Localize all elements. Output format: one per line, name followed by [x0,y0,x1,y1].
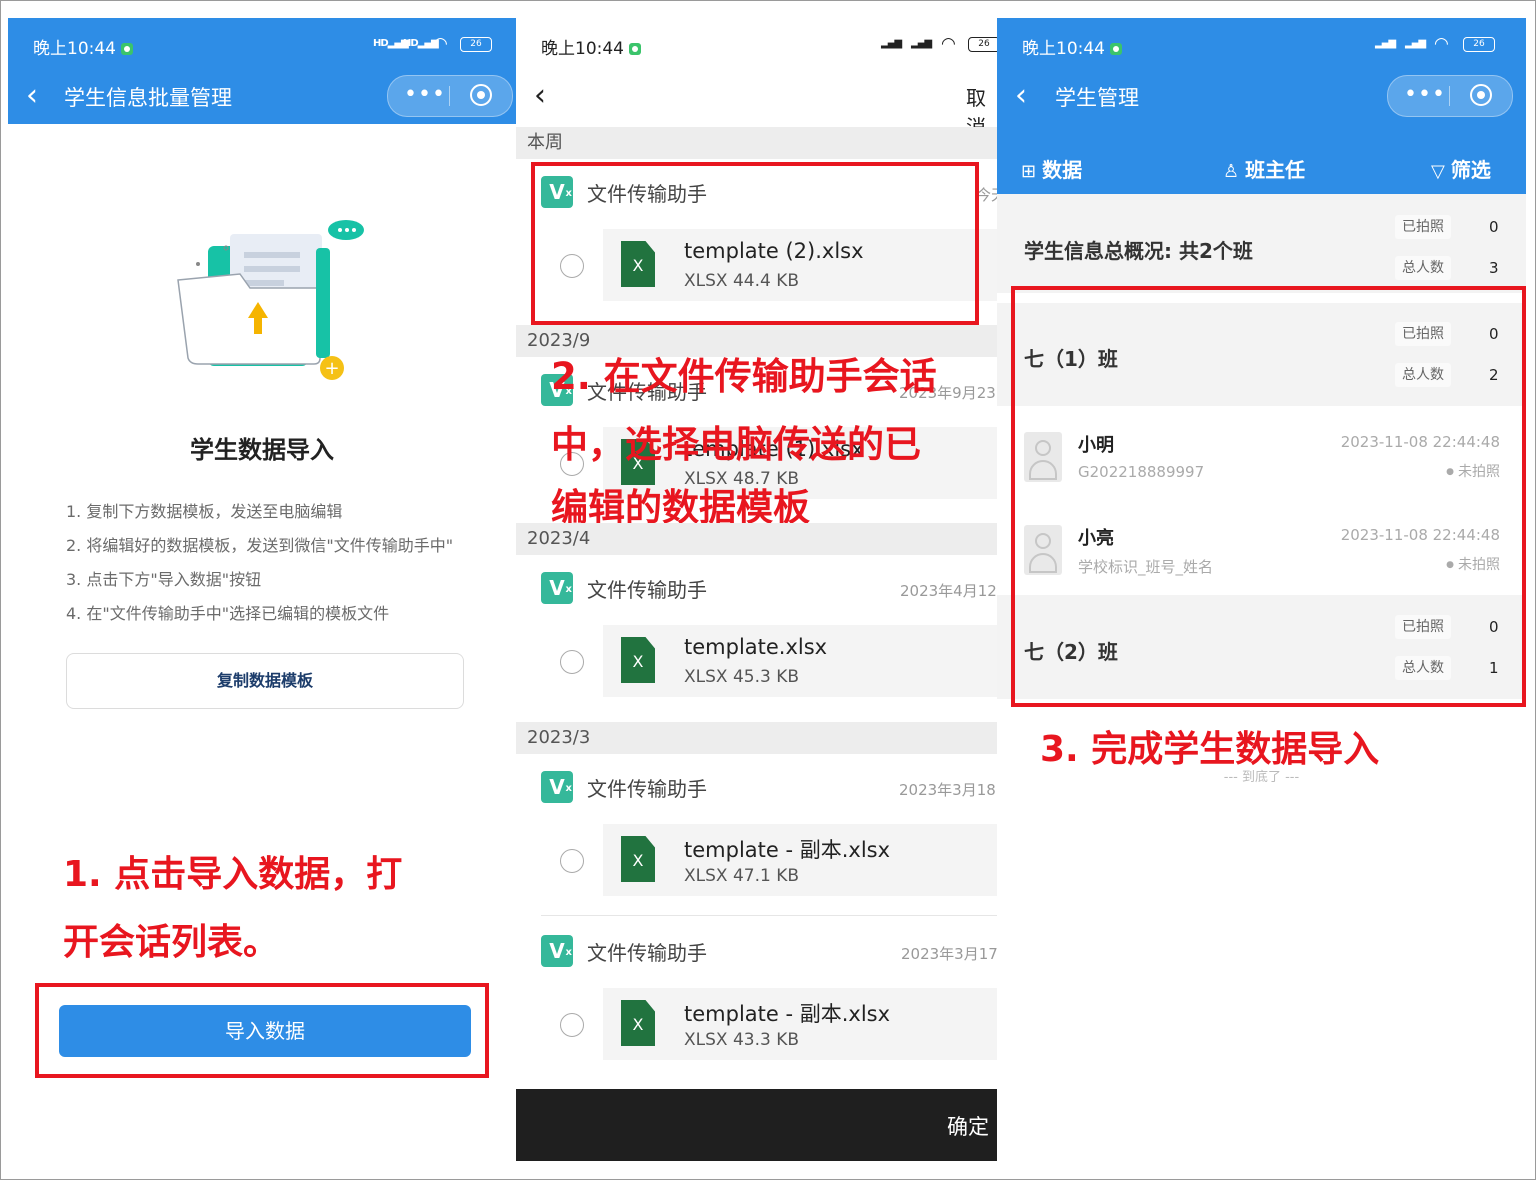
wifi-icon: ◠ [1434,34,1449,54]
file-card[interactable]: X template.xlsx XLSX 45.3 KB [603,625,997,697]
mini-program-capsule: ••• [387,75,513,117]
highlight-box-import [35,983,489,1078]
wifi-icon: ◠ [941,34,956,54]
file-name: template - 副本.xlsx [684,1002,891,1026]
excel-file-icon: X [621,637,655,683]
back-arrow-icon[interactable]: ‹ [26,78,38,113]
status-time: 晚上10:44 [1022,34,1122,59]
excel-file-icon: X [621,1000,655,1046]
instruction-step-1: 1. 复制下方数据模板，发送至电脑编辑 [66,502,343,521]
file-transfer-icon: Vx [541,935,573,967]
divider [541,915,997,916]
instruction-step-2: 2. 将编辑好的数据模板，发送到微信"文件传输助手中" [66,536,454,555]
highlight-box-classes [1011,286,1526,707]
highlight-box-file [531,162,979,325]
person-icon: ♙ [1223,161,1240,182]
file-size: XLSX 47.1 KB [684,866,800,886]
sender-name: 文件传输助手 [587,578,707,602]
nav-bar: ‹ 取消 [516,70,997,139]
copy-template-button[interactable]: 复制数据模板 [66,653,464,709]
annotation-step-2-line-2: 中，选择电脑传送的已 [551,423,921,466]
file-select-radio[interactable] [560,1013,584,1037]
message-date: 2023年3月17日 [901,945,997,963]
battery-icon: 26 [1463,37,1495,52]
status-bar: 晚上10:44 ▂▄▆ ▂▄▆ ◠ 26 [516,18,997,70]
more-dots-icon[interactable]: ••• [404,82,446,107]
sender-name: 文件传输助手 [587,777,707,801]
battery-icon: 26 [968,37,997,52]
photographed-count: 0 [1489,218,1499,236]
file-transfer-icon: Vx [541,572,573,604]
tab-filter[interactable]: ▽ 筛选 [1431,154,1491,183]
nav-bar: ‹ 学生信息批量管理 ••• [8,70,516,124]
confirm-button[interactable]: 确定 [947,1111,989,1141]
svg-text:+: + [324,358,339,379]
file-size: XLSX 45.3 KB [684,667,800,687]
file-card[interactable]: X template - 副本.xlsx XLSX 47.1 KB [603,824,997,896]
close-target-icon[interactable] [1470,84,1492,106]
instruction-step-3: 3. 点击下方"导入数据"按钮 [66,570,262,589]
signal-icon: ▂▄▆ [1375,38,1396,49]
section-header: 2023/4 [516,523,997,555]
shield-icon [1110,43,1122,55]
tab-data[interactable]: ⊞ 数据 [1021,154,1082,183]
total-label: 总人数 [1395,256,1451,280]
bottom-action-bar: 确定 [516,1089,997,1161]
annotation-step-1-line-1: 1. 点击导入数据，打 [63,854,403,895]
file-name: template - 副本.xlsx [684,838,891,862]
file-size: XLSX 43.3 KB [684,1030,800,1050]
photographed-label: 已拍照 [1395,215,1451,239]
annotation-step-3: 3. 完成学生数据导入 [1040,729,1380,770]
status-bar: 晚上10:44 ▂▄▆ ▂▄▆ ◠ 26 [997,18,1526,70]
summary-title: 学生信息总概况: 共2个班 [1024,239,1253,263]
annotation-step-2-line-1: 2. 在文件传输助手会话 [551,355,937,398]
close-target-icon[interactable] [470,84,492,106]
back-arrow-icon[interactable]: ‹ [1015,78,1027,113]
wifi-icon: ◠ [433,34,448,54]
signal-icon-2: ▂▄▆ [911,38,932,49]
shield-icon [121,43,133,55]
nav-bar: ‹ 学生管理 ••• [997,70,1526,140]
folder-upload-illustration: + [177,220,364,380]
section-header: 2023/3 [516,722,997,754]
tab-bar: ⊞ 数据 ♙ 班主任 ▽ 筛选 [997,140,1526,194]
status-bar: 晚上10:44 HD▂▄▆ HD▂▄▆ ◠ 26 [8,18,516,70]
sender-name: 文件传输助手 [587,941,707,965]
file-transfer-icon: Vx [541,771,573,803]
file-select-radio[interactable] [560,650,584,674]
page-title: 学生管理 [1055,86,1139,110]
back-arrow-icon[interactable]: ‹ [534,78,546,113]
section-header: 本周 [516,127,997,159]
message-date: 2023年4月12日 [900,582,997,600]
message-date: 今天 [976,186,997,204]
panel-import-page: 晚上10:44 HD▂▄▆ HD▂▄▆ ◠ 26 ‹ 学生信息批量管理 ••• … [8,18,516,1161]
message-date: 2023年3月18日 [899,781,997,799]
status-time: 晚上10:44 [541,34,641,59]
filter-icon: ▽ [1431,161,1445,182]
page-title: 学生信息批量管理 [64,86,232,110]
file-name: template.xlsx [684,635,828,659]
mini-program-capsule: ••• [1387,75,1513,117]
total-count: 3 [1489,259,1499,277]
shield-icon [629,43,641,55]
file-card[interactable]: X template - 副本.xlsx XLSX 43.3 KB [603,988,997,1060]
panel-file-picker: 晚上10:44 ▂▄▆ ▂▄▆ ◠ 26 ‹ 取消 本周 Vx 文件传输助手 今… [516,18,997,1161]
status-time: 晚上10:44 [33,34,133,59]
more-dots-icon[interactable]: ••• [1404,82,1446,107]
import-heading: 学生数据导入 [190,436,334,464]
excel-file-icon: X [621,836,655,882]
annotation-step-1-line-2: 开会话列表。 [63,922,280,963]
battery-icon: 26 [460,37,492,52]
file-select-radio[interactable] [560,849,584,873]
signal-icon: ▂▄▆ [881,38,902,49]
signal-icon-2: ▂▄▆ [1405,38,1426,49]
instruction-step-4: 4. 在"文件传输助手中"选择已编辑的模板文件 [66,604,390,623]
summary-block: 学生信息总概况: 共2个班 已拍照 0 总人数 3 [997,194,1526,293]
data-icon: ⊞ [1021,161,1037,182]
panel-student-management: 晚上10:44 ▂▄▆ ▂▄▆ ◠ 26 ‹ 学生管理 ••• ⊞ 数据 ♙ 班主任… [997,18,1526,1161]
tab-teacher[interactable]: ♙ 班主任 [1223,154,1305,183]
